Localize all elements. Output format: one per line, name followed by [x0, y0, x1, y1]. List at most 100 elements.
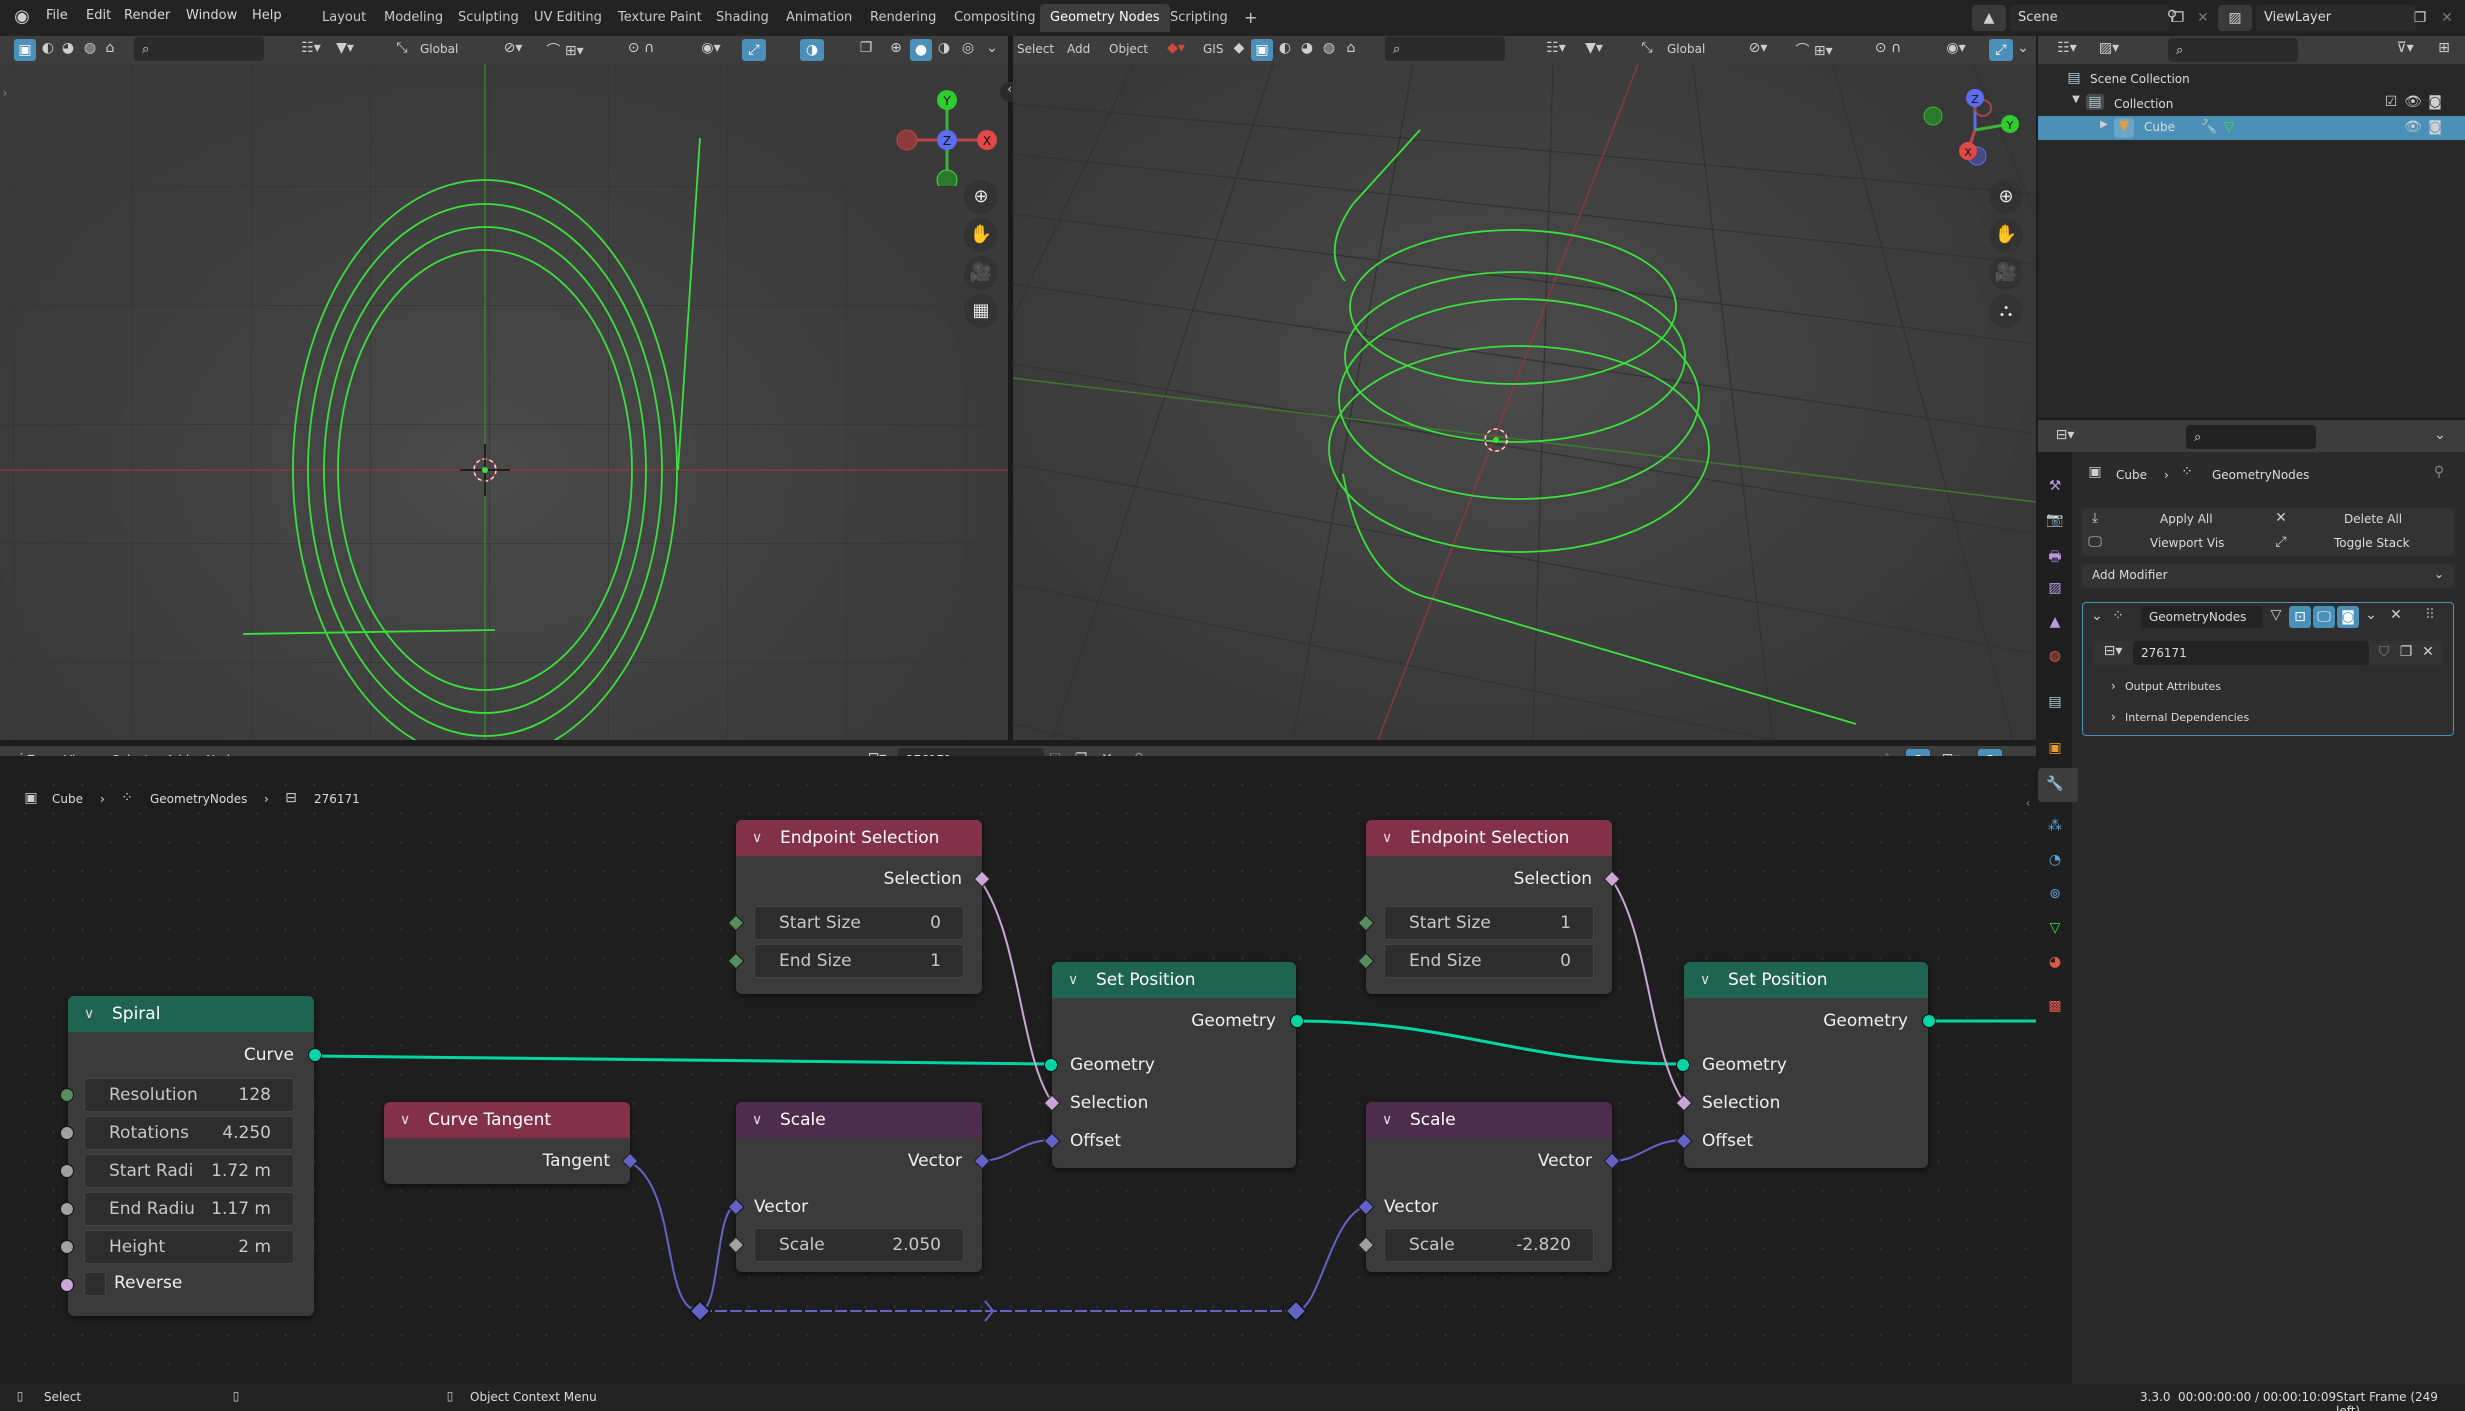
field-resolution[interactable]: Resolution 128: [84, 1078, 294, 1112]
collapse-chevron-icon[interactable]: ∨: [752, 820, 762, 856]
filter-icon-right[interactable]: ▼▾: [1579, 40, 1609, 56]
reverse-checkbox[interactable]: [84, 1272, 106, 1296]
field-start-radius[interactable]: Start Radi 1.72 m: [84, 1154, 294, 1188]
outliner-filter-icon[interactable]: ⊽▾: [2390, 40, 2420, 56]
field-rotations[interactable]: Rotations 4.250: [84, 1116, 294, 1150]
tab-compositing[interactable]: Compositing: [944, 4, 1046, 32]
eye-icon[interactable]: 👁: [2404, 94, 2422, 110]
collapse-chevron-icon[interactable]: ∨: [1700, 962, 1710, 998]
shading-icon-right[interactable]: ◐: [1275, 40, 1295, 56]
tab-geometry-nodes[interactable]: Geometry Nodes: [1040, 4, 1170, 32]
internal-dependencies-section[interactable]: Internal Dependencies: [2125, 711, 2249, 724]
collapse-chevron-icon[interactable]: ∨: [752, 1102, 762, 1138]
node-spiral[interactable]: ∨ Spiral Curve Resolution 128 Rotations 4.2…: [60, 996, 322, 1316]
tab-rendering[interactable]: Rendering: [860, 4, 946, 32]
socket-geometry-input[interactable]: [1676, 1058, 1690, 1072]
select-box-icon-right[interactable]: ▣: [1251, 39, 1273, 61]
drag-handle-icon[interactable]: ⠿: [2419, 607, 2441, 623]
material-icon[interactable]: ◕: [58, 40, 78, 56]
right-viewport[interactable]: Z Y X ⊕ ✋ 🎥 ⛬: [1013, 64, 2036, 740]
new-view-layer-icon[interactable]: ❐: [2408, 5, 2432, 31]
menu-gis[interactable]: GIS: [1203, 42, 1223, 56]
socket-float-input[interactable]: [60, 1126, 74, 1140]
field-scale[interactable]: Scale -2.820: [1384, 1228, 1594, 1262]
node-header[interactable]: ∨ Endpoint Selection: [1366, 820, 1612, 856]
new-collection-icon[interactable]: ⊞: [2434, 40, 2454, 56]
node-header[interactable]: ∨ Scale: [736, 1102, 982, 1138]
wireframe-shading-icon[interactable]: ⊕: [886, 40, 906, 56]
menu-file[interactable]: File: [46, 8, 68, 23]
collection-tab-icon[interactable]: ▤: [2045, 694, 2065, 710]
node-editor-canvas[interactable]: ▣ Cube › ⁘ GeometryNodes › ⊟ 276171 ∨ Spi…: [0, 756, 2036, 1384]
field-start-size[interactable]: Start Size 0: [754, 906, 964, 940]
field-height[interactable]: Height 2 m: [84, 1230, 294, 1264]
snap-icon-right[interactable]: ⊘▾: [1743, 40, 1773, 56]
transform-orientation-icon-right[interactable]: ⤡: [1637, 40, 1657, 56]
menu-add[interactable]: Add: [1067, 42, 1090, 56]
field-end-radius[interactable]: End Radiu 1.17 m: [84, 1192, 294, 1226]
duplicate-icon[interactable]: ❐: [2397, 644, 2415, 660]
render-toggle-icon[interactable]: ◙: [2337, 606, 2359, 628]
node-header[interactable]: ∨ Set Position: [1684, 962, 1928, 998]
unlink-icon[interactable]: ✕: [2419, 644, 2437, 660]
node-header[interactable]: ∨ Endpoint Selection: [736, 820, 982, 856]
gizmo-dropdown-icon[interactable]: ⌄: [2015, 40, 2031, 56]
mode-icon[interactable]: ◆: [1229, 40, 1249, 56]
output-attributes-section[interactable]: Output Attributes: [2125, 680, 2221, 693]
gizmo-toggle-icon-right[interactable]: ⤢: [1989, 39, 2013, 61]
snap-icon[interactable]: ⊘▾: [498, 40, 528, 56]
editor-type-icon[interactable]: ⊟▾: [2050, 427, 2080, 443]
mesh-data-tab-icon[interactable]: ▽: [2045, 920, 2065, 936]
node-scale-1[interactable]: ∨ Scale Vector Vector Scale 2.050: [727, 1102, 991, 1272]
reroute-node[interactable]: [1285, 1300, 1307, 1322]
fake-user-shield-icon[interactable]: ⛉: [2375, 644, 2393, 660]
node-scale-2[interactable]: ∨ Scale Vector Vector Scale -2.820: [1357, 1102, 1621, 1272]
node-endpoint-selection-2[interactable]: ∨ Endpoint Selection Selection Start Size…: [1357, 820, 1621, 994]
delete-view-layer-icon[interactable]: ✕: [2436, 5, 2458, 31]
collapse-chevron-icon[interactable]: ∨: [1382, 820, 1392, 856]
socket-bool-input[interactable]: [60, 1278, 74, 1292]
world-tab-icon[interactable]: ◍: [2045, 648, 2065, 664]
expand-arrow-icon[interactable]: ▼: [2070, 94, 2082, 105]
socket-float-input[interactable]: [60, 1202, 74, 1216]
brush-icon-right[interactable]: ⌂: [1341, 40, 1361, 56]
world-icon[interactable]: ◍: [80, 40, 100, 56]
socket-geometry-output[interactable]: [1922, 1014, 1936, 1028]
shading-icon[interactable]: ◐: [38, 40, 58, 56]
navigation-gizmo[interactable]: Y X Z: [890, 76, 1008, 186]
proportional-edit-icon-right[interactable]: ⊙ ∩: [1863, 40, 1913, 56]
socket-float-input[interactable]: [60, 1240, 74, 1254]
pivot-icon-right[interactable]: ☷▾: [1541, 40, 1571, 56]
socket-geometry-input[interactable]: [1044, 1058, 1058, 1072]
sidebar-toggle-icon[interactable]: ‹: [2022, 796, 2034, 810]
node-header[interactable]: ∨ Curve Tangent: [384, 1102, 630, 1138]
gizmo-neg-y-axis[interactable]: [936, 169, 958, 186]
view-layer-tab-icon[interactable]: ▨: [2045, 580, 2065, 596]
new-scene-icon[interactable]: ❐: [2166, 5, 2190, 31]
remove-modifier-icon[interactable]: ✕: [2387, 607, 2405, 623]
edit-mode-toggle-icon[interactable]: ▽: [2265, 607, 2287, 623]
on-cage-toggle-icon[interactable]: ⊡: [2289, 606, 2311, 628]
tab-texture-paint[interactable]: Texture Paint: [608, 4, 712, 32]
proportional-icon[interactable]: ⌒ ⊞▾: [540, 40, 590, 60]
collapse-chevron-icon[interactable]: ⌄: [2089, 608, 2105, 624]
proportional-edit-icon[interactable]: ⊙ ∩: [616, 40, 666, 56]
exclude-checkbox-icon[interactable]: ☑: [2382, 94, 2400, 110]
outliner-item-cube[interactable]: ▶ ▼ Cube 🔧 ▽ 👁 ◙: [2038, 116, 2465, 140]
proportional-icon-right[interactable]: ⌒ ⊞▾: [1789, 40, 1839, 60]
gizmo-toggle-icon[interactable]: ⤢: [742, 39, 766, 61]
gizmo-neg-x-axis[interactable]: [896, 129, 918, 151]
tool-tab-icon[interactable]: ⚒: [2045, 478, 2065, 494]
add-workspace-button[interactable]: +: [1234, 4, 1267, 32]
socket-geometry-output[interactable]: [308, 1048, 322, 1062]
texture-tab-icon[interactable]: ▩: [2045, 998, 2065, 1014]
physics-tab-icon[interactable]: ◔: [2045, 852, 2065, 868]
zoom-icon-right[interactable]: ⊕: [1989, 180, 2023, 214]
particles-tab-icon[interactable]: ⁂: [2045, 818, 2065, 834]
object-tab-icon[interactable]: ▣: [2045, 740, 2065, 756]
viewport-toggle-icon[interactable]: 🖵: [2313, 606, 2335, 628]
render-camera-icon[interactable]: ◙: [2426, 94, 2444, 110]
select-box-icon[interactable]: ▣: [14, 39, 36, 61]
rendered-shading-icon[interactable]: ◎: [958, 40, 978, 56]
gizmo-neg-y-axis[interactable]: [1923, 106, 1943, 126]
